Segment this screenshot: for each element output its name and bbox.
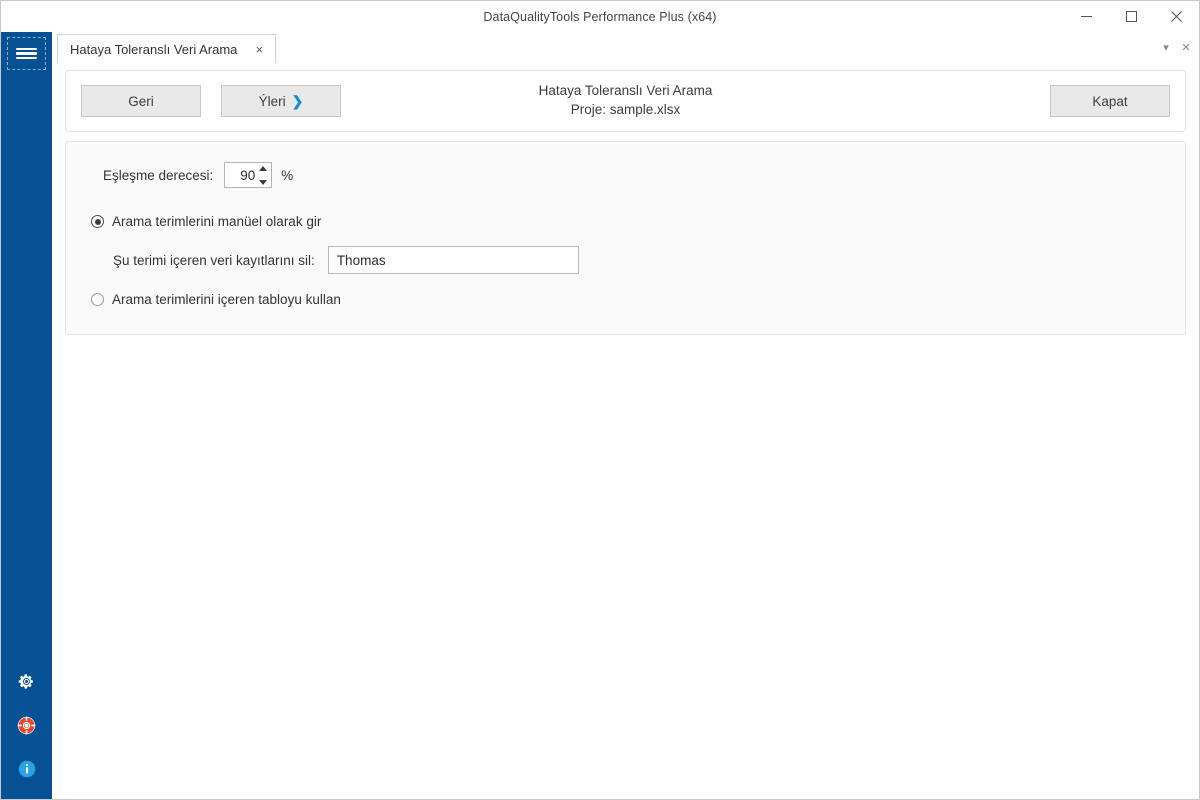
close-tab-icon[interactable]: ✕ [1177,38,1195,58]
minimize-icon [1081,11,1092,22]
radio-use-table-label: Arama terimlerini içeren tabloyu kullan [112,292,341,307]
back-button[interactable]: Geri [81,85,201,117]
maximize-icon [1126,11,1137,22]
next-button[interactable]: Ýleri ❯ [221,85,341,117]
close-icon [1171,11,1182,22]
window-controls [1064,1,1199,32]
sidebar-item-settings[interactable] [1,659,52,703]
hamburger-menu-icon-bar [16,57,37,60]
radio-use-table-indicator[interactable] [91,293,104,306]
info-icon [18,760,36,778]
hamburger-menu-button[interactable] [5,35,48,72]
match-degree-stepper[interactable]: 90 [224,162,272,188]
sidebar-item-about[interactable] [1,747,52,791]
search-term-row: Şu terimi içeren veri kayıtlarını sil: [113,246,579,274]
title-bar: DataQualityTools Performance Plus (x64) [1,1,1199,32]
minimize-button[interactable] [1064,1,1109,32]
next-button-label: Ýleri [259,94,286,109]
tab-strip: Hataya Toleranslı Veri Arama × ▾ ✕ [52,32,1199,64]
search-term-input[interactable] [328,246,579,274]
chevron-down-icon[interactable]: ▾ [1157,38,1175,58]
tab-hataya-toleransli-veri-arama[interactable]: Hataya Toleranslı Veri Arama × [57,34,276,64]
content-area: Geri Ýleri ❯ Hataya Toleranslı Veri Aram… [52,63,1199,799]
tab-strip-controls: ▾ ✕ [1157,32,1195,63]
sidebar-bottom-icons [1,659,52,791]
percent-label: % [281,168,293,183]
options-panel: Eşleşme derecesi: 90 % Arama terimlerini… [65,141,1186,335]
radio-manual-entry-indicator[interactable] [91,215,104,228]
close-window-button[interactable] [1154,1,1199,32]
match-degree-row: Eşleşme derecesi: 90 % [103,162,293,188]
back-button-label: Geri [128,94,154,109]
window-title: DataQualityTools Performance Plus (x64) [483,10,716,24]
application-window: DataQualityTools Performance Plus (x64) [0,0,1200,800]
sidebar-item-support[interactable] [1,703,52,747]
wizard-toolbar: Geri Ýleri ❯ Hataya Toleranslı Veri Aram… [65,70,1186,132]
gear-icon [18,673,35,690]
close-button[interactable]: Kapat [1050,85,1170,117]
maximize-button[interactable] [1109,1,1154,32]
tab-label: Hataya Toleranslı Veri Arama [70,42,237,57]
chevron-right-icon: ❯ [292,94,304,108]
stepper-arrows [258,166,267,185]
radio-manual-entry[interactable]: Arama terimlerini manüel olarak gir [91,214,321,229]
radio-use-table[interactable]: Arama terimlerini içeren tabloyu kullan [91,292,341,307]
search-term-label: Şu terimi içeren veri kayıtlarını sil: [113,253,315,268]
hamburger-menu-icon-bar [16,48,37,51]
close-button-label: Kapat [1092,94,1127,109]
radio-manual-entry-label: Arama terimlerini manüel olarak gir [112,214,321,229]
stepper-up-icon[interactable] [259,166,267,171]
stepper-down-icon[interactable] [259,180,267,185]
tab-close-icon[interactable]: × [249,39,269,59]
life-ring-icon [17,716,36,735]
hamburger-menu-icon-bar [16,52,37,55]
left-sidebar [1,32,52,799]
match-degree-label: Eşleşme derecesi: [103,168,213,183]
